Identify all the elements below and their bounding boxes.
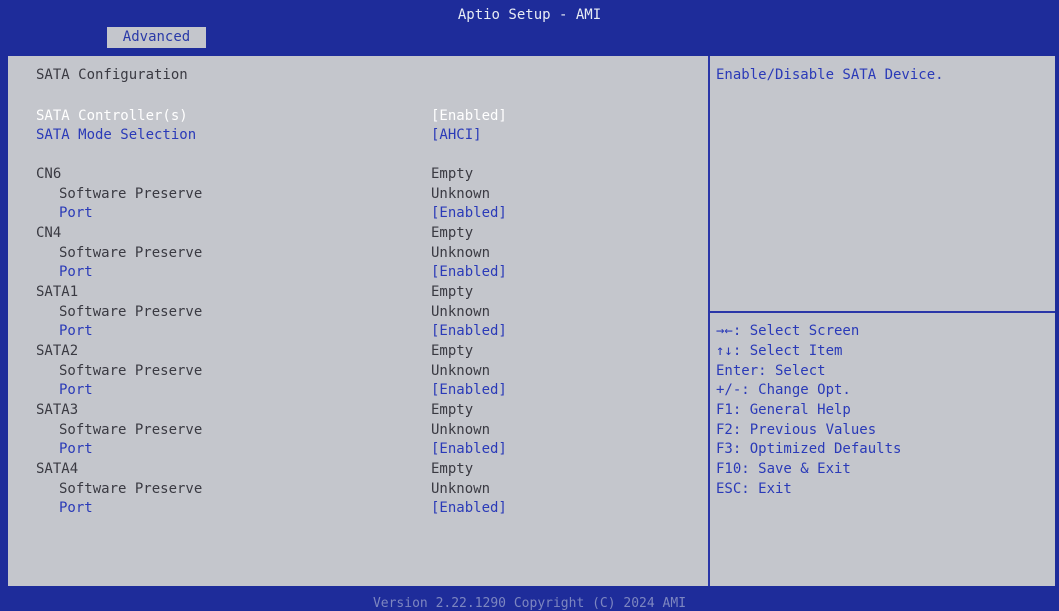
version-text: Version 2.22.1290 Copyright (C) 2024 AMI <box>372 596 687 611</box>
port-label[interactable]: Port <box>59 498 93 518</box>
port-value[interactable]: [Enabled] <box>431 439 507 459</box>
software-preserve-value: Unknown <box>431 186 491 202</box>
software-preserve-value: Unknown <box>431 245 491 261</box>
sata-mode-label[interactable]: SATA Mode Selection <box>36 125 196 145</box>
port-group-name: CN4 <box>36 225 62 241</box>
port-label[interactable]: Port <box>59 262 93 282</box>
port-label[interactable]: Port <box>59 203 93 223</box>
software-preserve-label: Software Preserve <box>59 481 203 497</box>
port-group-status: Empty <box>431 343 474 359</box>
tab-advanced[interactable]: Advanced <box>107 27 206 48</box>
software-preserve-value: Unknown <box>431 304 491 320</box>
port-label[interactable]: Port <box>59 321 93 341</box>
software-preserve-label: Software Preserve <box>59 245 203 261</box>
app-title: Aptio Setup - AMI <box>457 7 602 23</box>
software-preserve-label: Software Preserve <box>59 304 203 320</box>
software-preserve-value: Unknown <box>431 422 491 438</box>
software-preserve-value: Unknown <box>431 481 491 497</box>
help-key-f10: F10: Save & Exit <box>716 461 851 477</box>
help-key-f2: F2: Previous Values <box>716 422 877 438</box>
sata-controller-value[interactable]: [Enabled] <box>431 106 507 126</box>
software-preserve-label: Software Preserve <box>59 422 203 438</box>
port-group-status: Empty <box>431 225 474 241</box>
help-key-select-screen: →←: Select Screen <box>716 323 860 339</box>
help-key-f1: F1: General Help <box>716 402 851 418</box>
port-group-name: CN6 <box>36 166 62 182</box>
port-value[interactable]: [Enabled] <box>431 203 507 223</box>
help-key-esc: ESC: Exit <box>716 481 792 497</box>
port-group-name: SATA4 <box>36 461 79 477</box>
sata-mode-value[interactable]: [AHCI] <box>431 125 482 145</box>
port-group-name: SATA3 <box>36 402 79 418</box>
sata-controller-label[interactable]: SATA Controller(s) <box>36 106 188 126</box>
port-group-name: SATA1 <box>36 284 79 300</box>
port-group-status: Empty <box>431 461 474 477</box>
port-value[interactable]: [Enabled] <box>431 262 507 282</box>
port-group-status: Empty <box>431 284 474 300</box>
port-label[interactable]: Port <box>59 439 93 459</box>
page-title: SATA Configuration <box>36 67 188 83</box>
software-preserve-value: Unknown <box>431 363 491 379</box>
port-group-name: SATA2 <box>36 343 79 359</box>
port-group-status: Empty <box>431 166 474 182</box>
help-key-select-item: ↑↓: Select Item <box>716 343 843 359</box>
help-separator <box>710 311 1055 313</box>
help-key-enter: Enter: Select <box>716 363 826 379</box>
port-label[interactable]: Port <box>59 380 93 400</box>
software-preserve-label: Software Preserve <box>59 186 203 202</box>
port-value[interactable]: [Enabled] <box>431 321 507 341</box>
help-description: Enable/Disable SATA Device. <box>716 67 944 83</box>
help-key-change-opt: +/-: Change Opt. <box>716 382 851 398</box>
panel-divider <box>708 56 710 586</box>
port-group-status: Empty <box>431 402 474 418</box>
software-preserve-label: Software Preserve <box>59 363 203 379</box>
help-key-f3: F3: Optimized Defaults <box>716 441 902 457</box>
port-value[interactable]: [Enabled] <box>431 498 507 518</box>
port-value[interactable]: [Enabled] <box>431 380 507 400</box>
